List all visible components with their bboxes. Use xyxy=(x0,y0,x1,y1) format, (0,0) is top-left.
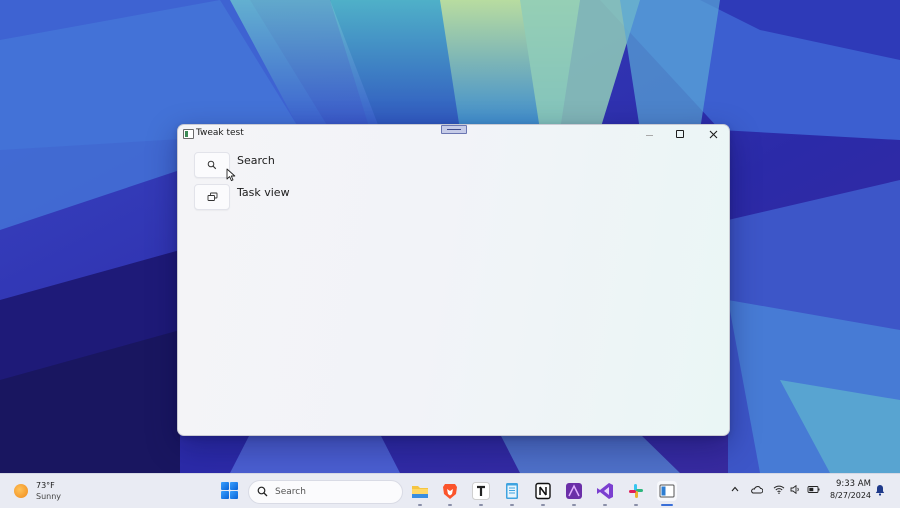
search-action-label: Search xyxy=(237,154,275,167)
maximize-icon xyxy=(676,130,684,138)
file-explorer-taskbar-button[interactable] xyxy=(410,481,430,506)
notepad-icon xyxy=(506,483,518,499)
app-icon xyxy=(183,129,194,139)
brave-taskbar-button[interactable] xyxy=(440,481,460,506)
visual-studio-taskbar-button[interactable] xyxy=(595,481,615,506)
wifi-icon[interactable] xyxy=(773,485,785,494)
onedrive-cloud-icon[interactable] xyxy=(750,485,763,494)
task-view-icon xyxy=(207,192,217,201)
start-button[interactable] xyxy=(221,482,239,500)
slack-taskbar-button[interactable] xyxy=(626,481,646,506)
search-icon xyxy=(257,486,268,497)
maximize-button[interactable] xyxy=(664,125,696,143)
window-titlebar[interactable]: Tweak test xyxy=(178,125,729,143)
tweak-test-app-icon xyxy=(659,484,675,498)
close-button[interactable] xyxy=(697,125,729,143)
typora-t-icon xyxy=(472,482,490,500)
minimize-icon xyxy=(645,134,653,136)
sun-icon xyxy=(14,484,28,498)
mouse-cursor-icon xyxy=(226,168,236,182)
taskbar-search-box[interactable]: Search xyxy=(248,480,403,504)
weather-condition: Sunny xyxy=(36,492,62,501)
search-icon xyxy=(207,160,217,170)
taskbar: 73°F Sunny Search 9:33 AM 8/27/2024 xyxy=(0,473,900,508)
window-title: Tweak test xyxy=(196,128,244,138)
search-action-button[interactable] xyxy=(194,152,230,178)
weather-widget[interactable]: 73°F Sunny xyxy=(14,480,74,504)
bell-icon[interactable] xyxy=(875,484,885,496)
volume-icon[interactable] xyxy=(790,485,801,494)
tweak-test-taskbar-button[interactable] xyxy=(657,481,677,506)
affinity-designer-taskbar-button[interactable] xyxy=(564,481,584,506)
battery-icon[interactable] xyxy=(807,485,820,494)
task-view-action-label: Task view xyxy=(237,186,290,199)
clock-date: 8/27/2024 xyxy=(830,491,872,500)
notion-taskbar-button[interactable] xyxy=(533,481,553,506)
slack-icon xyxy=(629,484,643,498)
visual-studio-icon xyxy=(597,483,613,499)
close-icon xyxy=(709,130,717,138)
weather-temperature: 73°F xyxy=(36,481,55,490)
clock-time: 9:33 AM xyxy=(836,479,871,489)
chevron-up-icon[interactable] xyxy=(731,485,739,493)
windows-logo-icon xyxy=(221,482,229,490)
task-view-action-button[interactable] xyxy=(194,184,230,210)
affinity-icon xyxy=(566,483,582,499)
search-placeholder: Search xyxy=(275,487,306,497)
brave-lion-icon xyxy=(443,484,457,499)
notepad-taskbar-button[interactable] xyxy=(502,481,522,506)
app-window: Tweak test Search Task view xyxy=(177,124,730,436)
minimize-button[interactable] xyxy=(633,125,665,143)
typora-taskbar-button[interactable] xyxy=(471,481,491,506)
folder-icon xyxy=(412,486,428,498)
notion-icon xyxy=(535,482,551,500)
drag-handle-icon[interactable] xyxy=(441,125,467,134)
